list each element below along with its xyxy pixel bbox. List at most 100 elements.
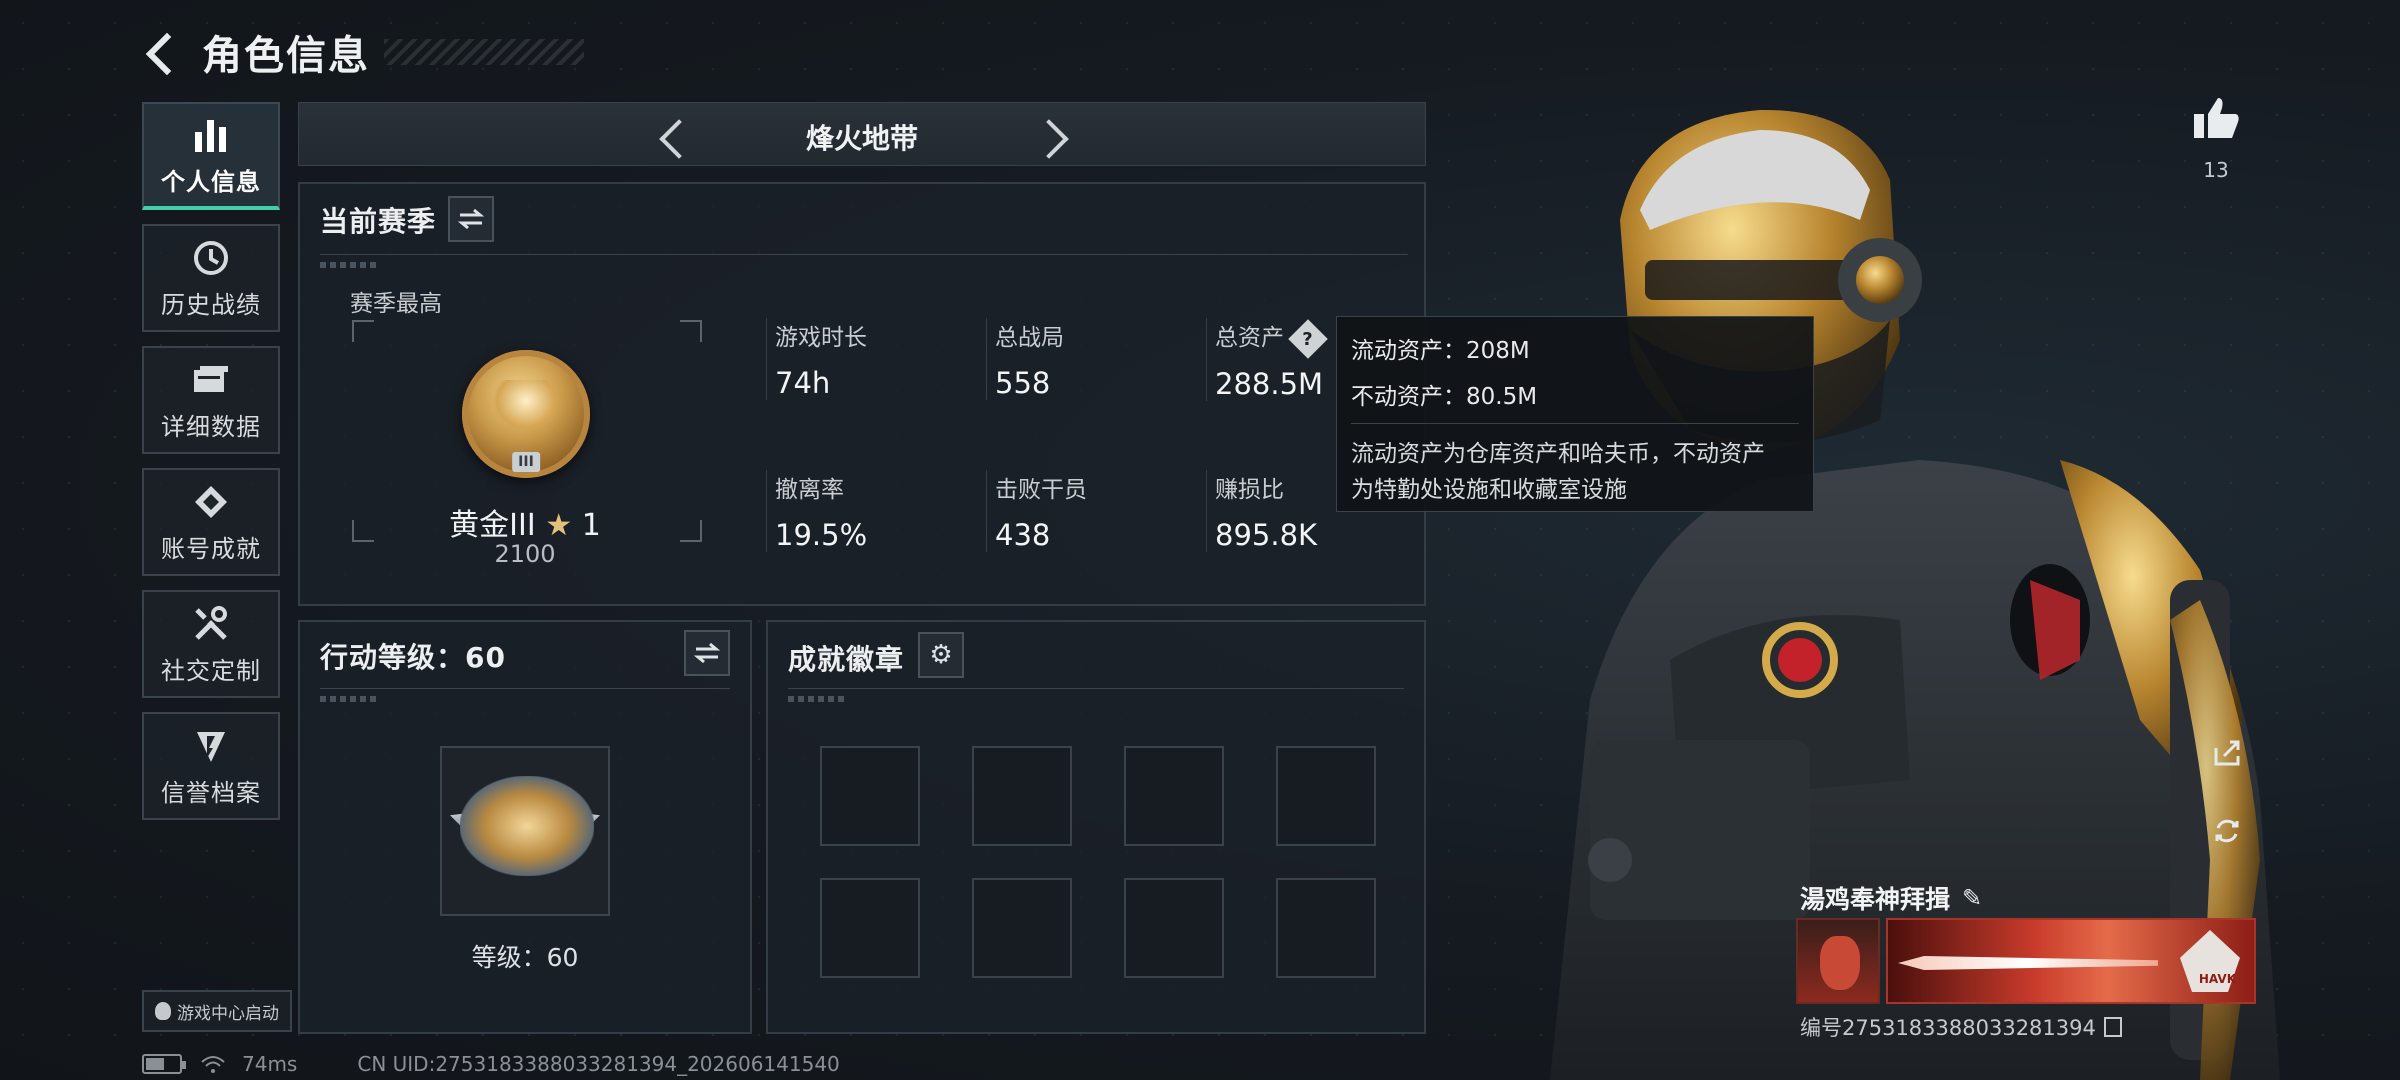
spear-graphic bbox=[1898, 956, 2158, 970]
achievements-divider bbox=[788, 688, 1404, 689]
stat-label: 总战局 bbox=[995, 325, 1064, 351]
achievement-icon bbox=[190, 481, 232, 523]
like-widget: 13 bbox=[2186, 96, 2246, 182]
stat-total-matches: 总战局 558 bbox=[986, 318, 1186, 400]
stat-value: 558 bbox=[995, 366, 1051, 400]
page-header: 角色信息 bbox=[140, 22, 584, 82]
sidebar-item-label: 信誉档案 bbox=[161, 778, 261, 807]
season-switch-button[interactable] bbox=[448, 196, 494, 242]
achievements-title: 成就徽章 bbox=[788, 643, 905, 676]
stat-label: 撤离率 bbox=[775, 477, 844, 503]
sidebar-item-label: 社交定制 bbox=[161, 656, 261, 685]
action-level-title: 行动等级：60 bbox=[320, 641, 506, 674]
sidebar-item-label: 个人信息 bbox=[161, 167, 261, 196]
back-arrow-icon[interactable] bbox=[140, 27, 190, 77]
rank-stars: 1 bbox=[581, 508, 601, 543]
player-name-row: 湯鸡奉神拜揖 ✎ bbox=[1800, 880, 1982, 916]
refresh-icon[interactable] bbox=[2204, 808, 2250, 854]
helicopter-level-badge-icon bbox=[440, 746, 610, 916]
uid-text: CN UID:2753183388033281394_202606141540 bbox=[357, 1052, 840, 1076]
switch-icon bbox=[694, 642, 720, 664]
badge-slot[interactable] bbox=[1276, 878, 1376, 978]
tooltip-description: 流动资产为仓库资产和哈夫币，不动资产 为特勤处设施和收藏室设施 bbox=[1351, 436, 1799, 508]
achievements-settings-button[interactable]: ⚙ bbox=[918, 632, 964, 678]
mode-title: 烽火地带 bbox=[805, 122, 918, 155]
badge-slot[interactable] bbox=[972, 746, 1072, 846]
rank-name-row: 黄金III ★ 1 bbox=[380, 500, 670, 544]
badge-slot[interactable] bbox=[1124, 746, 1224, 846]
title-decoration bbox=[384, 39, 584, 65]
player-id-row: 编号2753183388033281394 bbox=[1800, 1012, 2122, 1042]
history-icon bbox=[190, 237, 232, 279]
player-banner[interactable]: HAVK bbox=[1886, 918, 2256, 1004]
sidebar-item-personal-info[interactable]: 个人信息 bbox=[142, 102, 280, 210]
season-title: 当前赛季 bbox=[320, 205, 437, 238]
badge-slot[interactable] bbox=[1124, 878, 1224, 978]
avatar[interactable] bbox=[1796, 918, 1880, 1004]
battery-icon bbox=[142, 1054, 186, 1074]
player-id: 编号2753183388033281394 bbox=[1800, 1016, 2096, 1040]
wifi-icon bbox=[201, 1056, 225, 1073]
decor-mark bbox=[788, 696, 848, 702]
gear-icon: ⚙ bbox=[929, 640, 953, 670]
stat-operators-defeated: 击败干员 438 bbox=[986, 470, 1186, 552]
badge-slot[interactable] bbox=[820, 746, 920, 846]
stat-label: 游戏时长 bbox=[775, 325, 867, 351]
season-best-label: 赛季最高 bbox=[350, 291, 442, 317]
qq-icon bbox=[155, 1002, 171, 1020]
sidebar-item-label: 历史战绩 bbox=[161, 290, 261, 319]
action-level-divider bbox=[320, 688, 730, 689]
decor-mark bbox=[320, 696, 380, 702]
credit-icon bbox=[190, 725, 232, 767]
bar-chart-icon bbox=[190, 114, 232, 156]
star-icon: ★ bbox=[545, 508, 573, 543]
help-icon[interactable]: ? bbox=[1288, 318, 1328, 359]
sidebar-item-details[interactable]: 详细数据 bbox=[142, 346, 280, 454]
stat-extraction-rate: 撤离率 19.5% bbox=[766, 470, 966, 552]
copy-icon[interactable] bbox=[2103, 1017, 2122, 1037]
rank-name: 黄金III bbox=[449, 508, 536, 543]
tools-icon bbox=[190, 603, 232, 645]
game-center-launch-button[interactable]: 游戏中心启动 bbox=[142, 990, 292, 1032]
mode-selector: 烽火地带 bbox=[298, 102, 1426, 166]
sidebar-item-history[interactable]: 历史战绩 bbox=[142, 224, 280, 332]
badge-slot[interactable] bbox=[972, 878, 1072, 978]
badge-slot[interactable] bbox=[1276, 746, 1376, 846]
switch-icon bbox=[458, 208, 484, 230]
stat-value: 74h bbox=[775, 366, 831, 400]
sidebar-item-label: 账号成就 bbox=[161, 534, 261, 563]
sidebar-item-credit[interactable]: 信誉档案 bbox=[142, 712, 280, 820]
stat-label: 总资产 bbox=[1215, 325, 1284, 351]
stat-value: 438 bbox=[995, 518, 1051, 552]
edit-pencil-icon[interactable]: ✎ bbox=[1962, 884, 1982, 912]
level-text: 等级：60 bbox=[471, 943, 579, 972]
season-divider bbox=[320, 254, 1408, 255]
liquid-assets: 流动资产：208M bbox=[1351, 338, 1530, 364]
badge-slot[interactable] bbox=[820, 878, 920, 978]
stat-label: 击败干员 bbox=[995, 477, 1087, 503]
thumbs-up-icon[interactable] bbox=[2186, 96, 2246, 152]
ping-value: 74ms bbox=[242, 1052, 298, 1076]
next-mode-arrow-icon[interactable] bbox=[1035, 117, 1071, 153]
action-level-switch-button[interactable] bbox=[684, 630, 730, 676]
sidebar-nav: 个人信息 历史战绩 详细数据 账号成就 社交定制 信誉档案 bbox=[142, 102, 280, 834]
tooltip-desc-line: 流动资产为仓库资产和哈夫币，不动资产 bbox=[1351, 441, 1765, 467]
tooltip-divider bbox=[1351, 423, 1799, 424]
sidebar-item-achievements[interactable]: 账号成就 bbox=[142, 468, 280, 576]
decor-mark bbox=[320, 262, 380, 268]
fixed-assets: 不动资产：80.5M bbox=[1351, 384, 1538, 410]
like-count: 13 bbox=[2203, 158, 2229, 182]
sidebar-item-label: 详细数据 bbox=[161, 412, 261, 441]
page-title: 角色信息 bbox=[202, 33, 370, 79]
status-bar: 74ms CN UID:2753183388033281394_20260614… bbox=[142, 1052, 840, 1076]
assets-tooltip: 流动资产：208M 不动资产：80.5M 流动资产为仓库资产和哈夫币，不动资产 … bbox=[1336, 316, 1814, 512]
gold-rank-medal-icon bbox=[462, 350, 590, 478]
share-icon[interactable] bbox=[2204, 730, 2250, 776]
stat-playtime: 游戏时长 74h bbox=[766, 318, 966, 400]
player-name: 湯鸡奉神拜揖 bbox=[1800, 885, 1951, 914]
rank-score: 2100 bbox=[494, 540, 556, 568]
sidebar-item-social[interactable]: 社交定制 bbox=[142, 590, 280, 698]
folder-icon bbox=[190, 359, 232, 401]
tooltip-desc-line: 为特勤处设施和收藏室设施 bbox=[1351, 477, 1627, 503]
stat-value: 19.5% bbox=[775, 518, 868, 552]
